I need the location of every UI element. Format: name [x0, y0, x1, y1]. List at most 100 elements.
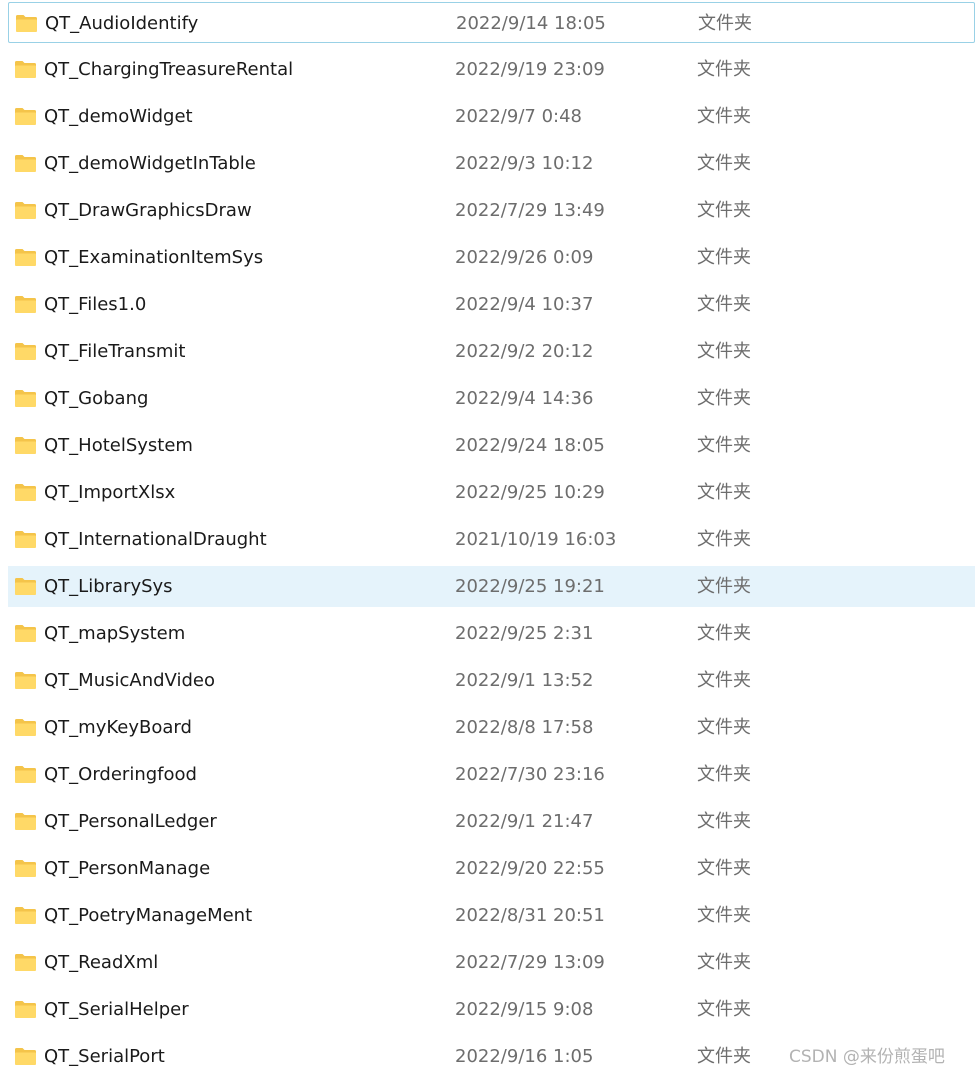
file-row[interactable]: QT_LibrarySys 2022/9/25 19:21 文件夹	[8, 566, 975, 607]
folder-icon	[15, 249, 36, 266]
file-date-modified: 2022/9/4 10:37	[455, 294, 594, 315]
file-row[interactable]: QT_HotelSystem 2022/9/24 18:05 文件夹	[8, 425, 975, 466]
file-name: QT_SerialHelper	[44, 999, 189, 1020]
file-date-modified: 2022/7/30 23:16	[455, 764, 605, 785]
file-row[interactable]: QT_ExaminationItemSys 2022/9/26 0:09 文件夹	[8, 237, 975, 278]
folder-icon	[15, 531, 36, 548]
file-row[interactable]: QT_MusicAndVideo 2022/9/1 13:52 文件夹	[8, 660, 975, 701]
folder-icon	[15, 202, 36, 219]
file-type: 文件夹	[697, 482, 751, 503]
file-date-modified: 2022/9/2 20:12	[455, 341, 594, 362]
file-date-modified: 2022/9/24 18:05	[455, 435, 605, 456]
folder-icon	[15, 672, 36, 689]
file-type: 文件夹	[697, 952, 751, 973]
folder-icon	[15, 484, 36, 501]
folder-icon	[15, 625, 36, 642]
file-row[interactable]: QT_FileTransmit 2022/9/2 20:12 文件夹	[8, 331, 975, 372]
file-name: QT_myKeyBoard	[44, 717, 192, 738]
folder-icon	[15, 954, 36, 971]
file-date-modified: 2022/7/29 13:09	[455, 952, 605, 973]
file-name: QT_ImportXlsx	[44, 482, 176, 503]
file-row[interactable]: QT_mapSystem 2022/9/25 2:31 文件夹	[8, 613, 975, 654]
file-type: 文件夹	[697, 1046, 751, 1067]
file-row[interactable]: QT_Files1.0 2022/9/4 10:37 文件夹	[8, 284, 975, 325]
file-type: 文件夹	[697, 59, 751, 80]
file-type: 文件夹	[697, 717, 751, 738]
file-row[interactable]: QT_Gobang 2022/9/4 14:36 文件夹	[8, 378, 975, 419]
file-name: QT_SerialPort	[44, 1046, 165, 1067]
file-name: QT_demoWidgetInTable	[44, 153, 256, 174]
file-row[interactable]: QT_PersonalLedger 2022/9/1 21:47 文件夹	[8, 801, 975, 842]
folder-icon	[15, 296, 36, 313]
file-name: QT_ExaminationItemSys	[44, 247, 264, 268]
file-date-modified: 2021/10/19 16:03	[455, 529, 617, 550]
file-row[interactable]: QT_Orderingfood 2022/7/30 23:16 文件夹	[8, 754, 975, 795]
folder-icon	[15, 719, 36, 736]
file-name: QT_Orderingfood	[44, 764, 197, 785]
file-type: 文件夹	[697, 905, 751, 926]
file-type: 文件夹	[697, 811, 751, 832]
file-type: 文件夹	[697, 247, 751, 268]
file-row[interactable]: QT_ImportXlsx 2022/9/25 10:29 文件夹	[8, 472, 975, 513]
folder-icon	[15, 1048, 36, 1065]
file-row[interactable]: QT_ReadXml 2022/7/29 13:09 文件夹	[8, 942, 975, 983]
file-type: 文件夹	[697, 764, 751, 785]
folder-icon	[15, 907, 36, 924]
file-type: 文件夹	[697, 200, 751, 221]
file-row[interactable]: QT_PoetryManageMent 2022/8/31 20:51 文件夹	[8, 895, 975, 936]
file-type: 文件夹	[697, 670, 751, 691]
file-name: QT_Files1.0	[44, 294, 147, 315]
file-row[interactable]: QT_DrawGraphicsDraw 2022/7/29 13:49 文件夹	[8, 190, 975, 231]
file-name: QT_HotelSystem	[44, 435, 193, 456]
file-date-modified: 2022/9/1 21:47	[455, 811, 594, 832]
file-date-modified: 2022/9/16 1:05	[455, 1046, 594, 1067]
file-type: 文件夹	[697, 153, 751, 174]
file-name: QT_InternationalDraught	[44, 529, 267, 550]
file-name: QT_mapSystem	[44, 623, 186, 644]
file-name: QT_FileTransmit	[44, 341, 186, 362]
file-name: QT_PoetryManageMent	[44, 905, 253, 926]
file-name: QT_AudioIdentify	[45, 13, 199, 34]
folder-icon	[15, 1001, 36, 1018]
file-date-modified: 2022/7/29 13:49	[455, 200, 605, 221]
file-date-modified: 2022/8/8 17:58	[455, 717, 594, 738]
watermark: CSDN @来份煎蛋吧	[789, 1047, 945, 1067]
file-row[interactable]: QT_InternationalDraught 2021/10/19 16:03…	[8, 519, 975, 560]
folder-icon	[15, 155, 36, 172]
file-date-modified: 2022/9/26 0:09	[455, 247, 594, 268]
file-type: 文件夹	[697, 529, 751, 550]
file-date-modified: 2022/9/25 10:29	[455, 482, 605, 503]
file-date-modified: 2022/9/3 10:12	[455, 153, 594, 174]
folder-icon	[16, 15, 37, 32]
file-name: QT_LibrarySys	[44, 576, 173, 597]
folder-icon	[15, 813, 36, 830]
file-row[interactable]: QT_AudioIdentify 2022/9/14 18:05 文件夹	[8, 2, 975, 43]
file-name: QT_ReadXml	[44, 952, 159, 973]
file-row[interactable]: QT_demoWidget 2022/9/7 0:48 文件夹	[8, 96, 975, 137]
folder-icon	[15, 578, 36, 595]
file-row[interactable]: QT_PersonManage 2022/9/20 22:55 文件夹	[8, 848, 975, 889]
file-date-modified: 2022/9/14 18:05	[456, 13, 606, 34]
file-type: 文件夹	[697, 341, 751, 362]
folder-icon	[15, 390, 36, 407]
file-row[interactable]: QT_demoWidgetInTable 2022/9/3 10:12 文件夹	[8, 143, 975, 184]
file-type: 文件夹	[698, 13, 752, 34]
file-type: 文件夹	[697, 106, 751, 127]
file-date-modified: 2022/9/7 0:48	[455, 106, 582, 127]
file-date-modified: 2022/9/19 23:09	[455, 59, 605, 80]
folder-icon	[15, 437, 36, 454]
file-date-modified: 2022/9/20 22:55	[455, 858, 605, 879]
file-type: 文件夹	[697, 999, 751, 1020]
file-row[interactable]: QT_myKeyBoard 2022/8/8 17:58 文件夹	[8, 707, 975, 748]
folder-icon	[15, 343, 36, 360]
file-type: 文件夹	[697, 576, 751, 597]
file-type: 文件夹	[697, 294, 751, 315]
file-date-modified: 2022/9/25 19:21	[455, 576, 605, 597]
file-name: QT_PersonManage	[44, 858, 211, 879]
file-date-modified: 2022/9/25 2:31	[455, 623, 594, 644]
file-name: QT_PersonalLedger	[44, 811, 217, 832]
file-date-modified: 2022/8/31 20:51	[455, 905, 605, 926]
file-row[interactable]: QT_ChargingTreasureRental 2022/9/19 23:0…	[8, 49, 975, 90]
file-type: 文件夹	[697, 858, 751, 879]
file-row[interactable]: QT_SerialHelper 2022/9/15 9:08 文件夹	[8, 989, 975, 1030]
